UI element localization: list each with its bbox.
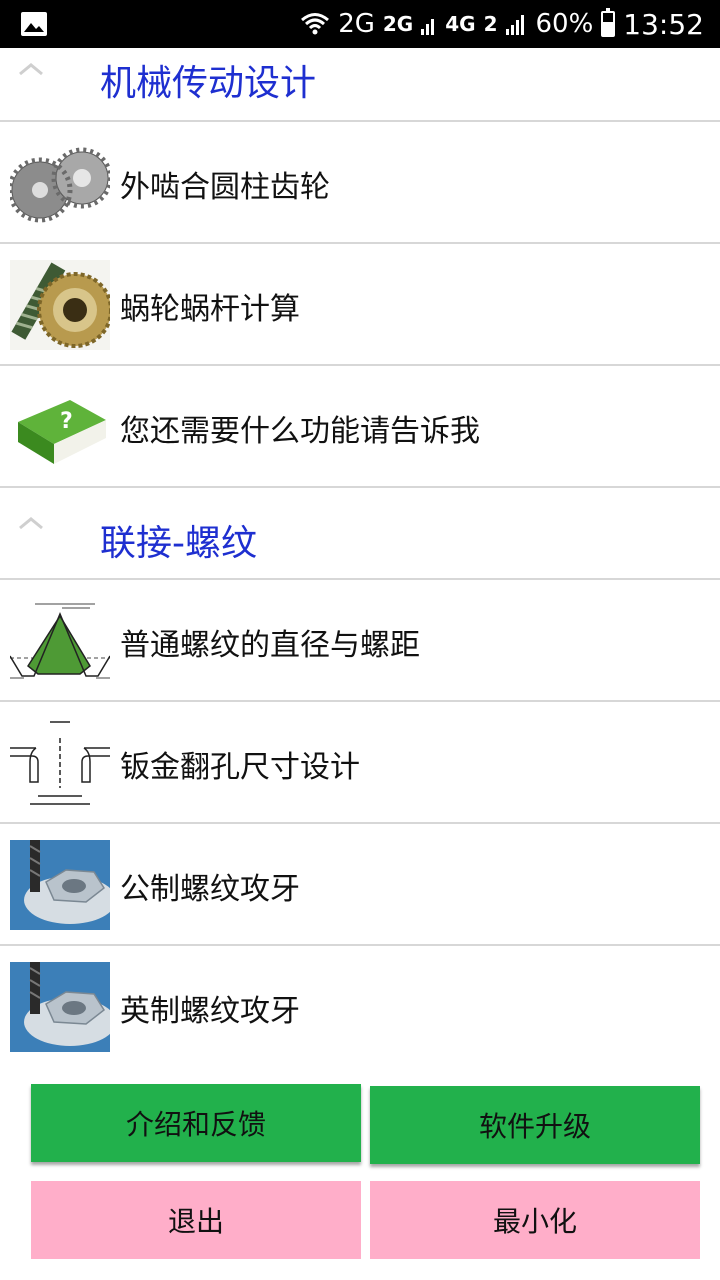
list-item[interactable]: 公制螺纹攻牙 xyxy=(0,824,720,946)
group-header-threads[interactable]: 联接-螺纹 xyxy=(0,488,720,580)
list-item[interactable]: 钣金翻孔尺寸设计 xyxy=(0,702,720,824)
item-label: 公制螺纹攻牙 xyxy=(120,872,300,907)
status-bar: 2G 2G 4G 2 60% 13:52 xyxy=(0,0,720,48)
tap-nut-icon xyxy=(10,962,110,1052)
item-label: 外啮合圆柱齿轮 xyxy=(120,170,330,205)
flange-hole-drawing-icon xyxy=(10,721,110,805)
clock: 13:52 xyxy=(623,7,704,41)
svg-text:?: ? xyxy=(60,409,73,434)
list-item[interactable]: ? 您还需要什么功能请告诉我 xyxy=(0,366,720,488)
tap-nut-icon xyxy=(10,840,110,930)
signal-icon xyxy=(505,15,524,35)
intro-feedback-button[interactable]: 介绍和反馈 xyxy=(31,1084,361,1162)
exit-button[interactable]: 退出 xyxy=(31,1181,361,1259)
minimize-button[interactable]: 最小化 xyxy=(370,1181,700,1259)
list-item[interactable]: 英制螺纹攻牙 xyxy=(0,946,720,1060)
upgrade-button[interactable]: 软件升级 xyxy=(370,1086,700,1164)
chevron-up-icon[interactable] xyxy=(18,516,44,530)
item-label: 普通螺纹的直径与螺距 xyxy=(120,628,420,663)
item-label: 蜗轮蜗杆计算 xyxy=(120,292,300,327)
item-label: 英制螺纹攻牙 xyxy=(120,994,300,1029)
chevron-up-icon[interactable] xyxy=(18,62,44,76)
wifi-icon xyxy=(301,13,330,35)
list-item[interactable]: 蜗轮蜗杆计算 xyxy=(0,244,720,366)
battery-percent: 60% xyxy=(535,9,594,39)
spur-gear-icon xyxy=(10,147,110,223)
sim-slot-label: 2 xyxy=(483,12,498,36)
battery-icon xyxy=(601,8,616,37)
gallery-notification-icon xyxy=(21,12,47,36)
network-type-label: 2G xyxy=(338,9,375,39)
thread-profile-icon xyxy=(10,603,110,679)
help-book-icon: ? xyxy=(18,400,106,464)
network-type-label: 4G xyxy=(445,12,476,36)
signal-icon xyxy=(421,19,435,35)
group-title: 联接-螺纹 xyxy=(100,523,257,564)
list-item[interactable]: 外啮合圆柱齿轮 xyxy=(0,122,720,244)
list-item[interactable]: 普通螺纹的直径与螺距 xyxy=(0,580,720,702)
network-type-label: 2G xyxy=(382,12,414,36)
item-label: 您还需要什么功能请告诉我 xyxy=(120,414,480,449)
item-label: 钣金翻孔尺寸设计 xyxy=(120,750,360,785)
group-title: 机械传动设计 xyxy=(100,63,317,104)
tool-list[interactable]: 机械传动设计 外啮合圆柱齿轮 蜗轮蜗杆计算 ? 您还需要什么功能请告诉我 联接-… xyxy=(0,48,720,1060)
group-header-transmission[interactable]: 机械传动设计 xyxy=(0,48,720,122)
worm-gear-icon xyxy=(10,260,110,350)
